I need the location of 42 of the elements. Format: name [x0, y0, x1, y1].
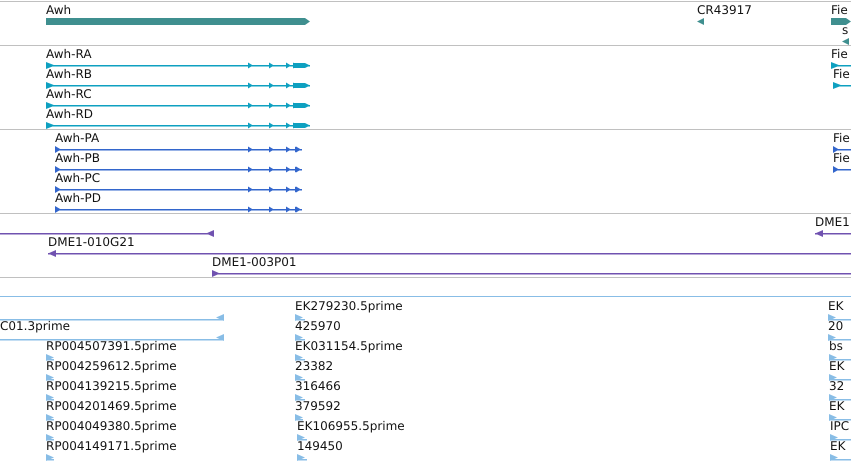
- feature-label: IPC: [830, 420, 850, 433]
- feature-label: EK: [829, 360, 844, 373]
- feature-label: EK106955.5prime: [297, 420, 405, 433]
- feature-label: Awh-RD: [46, 108, 94, 121]
- feature-label: 316466: [295, 380, 341, 393]
- feature-label: CR43917: [697, 4, 752, 17]
- feature-label: 425970: [295, 320, 341, 333]
- feature-label: RP004201469.5prime: [46, 400, 177, 413]
- feature-label: DME1-003P01: [212, 256, 297, 269]
- feature-label: Awh-RC: [46, 88, 92, 101]
- feature-label: 149450: [297, 440, 343, 453]
- feature-label: Awh-PA: [55, 132, 100, 145]
- feature-label: 23382: [295, 360, 334, 373]
- feature-label: Awh-PC: [55, 172, 100, 185]
- feature-label: RP004139215.5prime: [46, 380, 177, 393]
- feature-label: 379592: [295, 400, 341, 413]
- feature-label: Awh-RB: [46, 68, 92, 81]
- feature-label: s: [842, 24, 848, 37]
- feature-label: Awh: [46, 4, 72, 17]
- feature-label: EK: [828, 300, 844, 313]
- feature-label: Awh-RA: [46, 48, 92, 61]
- feature-label: Awh-PD: [55, 192, 101, 205]
- feature-label: RP004507391.5prime: [46, 340, 177, 353]
- feature-label: Awh-PB: [55, 152, 100, 165]
- feature-label: bs: [829, 340, 843, 353]
- feature-label: EK031154.5prime: [295, 340, 403, 353]
- feature-label: C01.3prime: [0, 320, 70, 333]
- feature-label: 20: [828, 320, 844, 333]
- feature-label: DME1-010G21: [48, 236, 135, 249]
- feature-label: EK279230.5prime: [295, 300, 403, 313]
- feature-label: RP004149171.5prime: [46, 440, 177, 453]
- feature-label: Fie: [831, 48, 848, 61]
- feature-label: RP004049380.5prime: [46, 420, 177, 433]
- feature-label: Fie: [833, 68, 850, 81]
- feature-label: DME1: [815, 216, 850, 229]
- feature-label: 32: [829, 380, 844, 393]
- feature-label: Fie: [833, 132, 850, 145]
- feature-label: RP004259612.5prime: [46, 360, 177, 373]
- feature-label: EK: [830, 440, 846, 453]
- feature-label: Fie: [831, 4, 848, 17]
- feature-label: Fie: [833, 152, 850, 165]
- feature-label: EK: [829, 400, 844, 413]
